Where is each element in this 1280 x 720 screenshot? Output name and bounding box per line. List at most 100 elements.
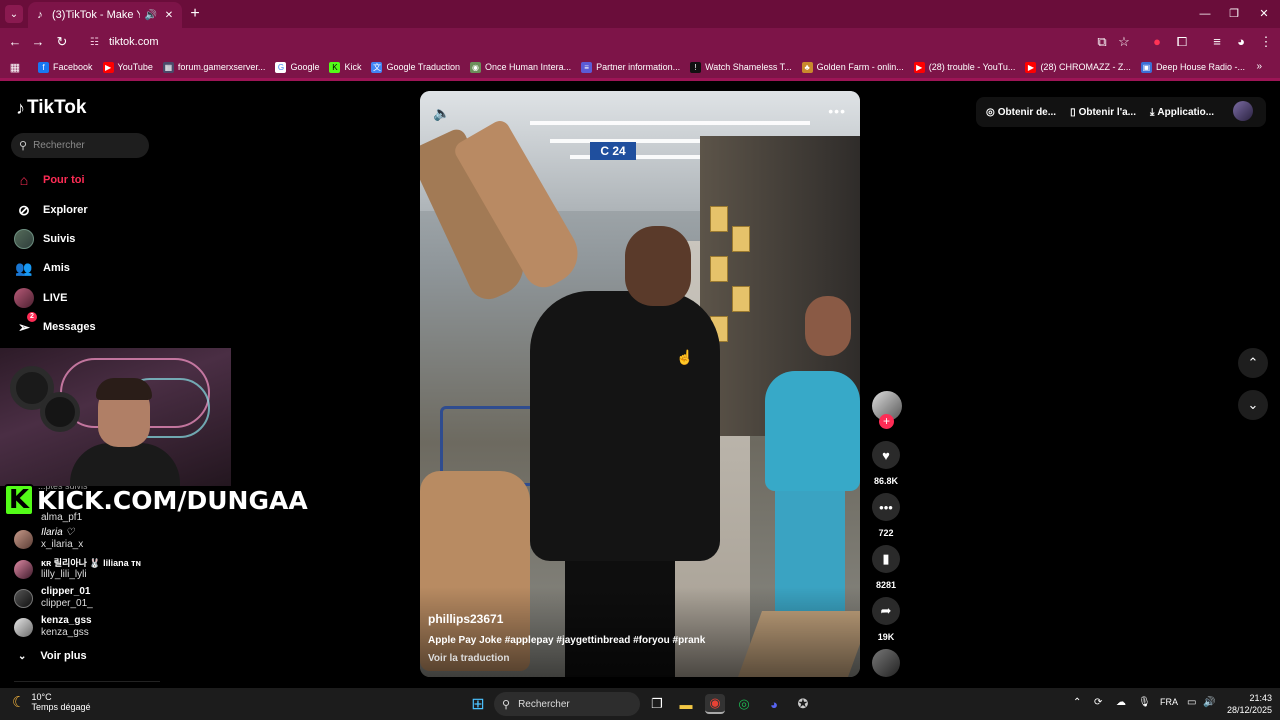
nav-explorer[interactable]: ⊘ Explorer [14,200,88,220]
voir-plus-button[interactable]: ⌄ Voir plus [18,650,87,662]
friends-icon: 👥 [15,259,33,276]
product-box [732,286,750,312]
nav-label: Suivis [43,233,76,245]
weather-widget[interactable]: ☾ 10°C Temps dégagé [12,692,91,712]
bookmark-star-icon[interactable]: ☆ [1114,32,1134,52]
windows-start-icon[interactable]: ⊞ [468,694,488,714]
temperature: 10°C [31,692,52,702]
bookmark-item[interactable]: ◉ Once Human Intera... [470,61,571,73]
task-view-icon[interactable]: ❐ [647,694,667,714]
minimize-button[interactable]: — [1190,4,1220,24]
video-player[interactable]: C 24 ☝ 🔈 ••• phillips23671 Apple Pay Jok… [420,91,860,677]
account-item[interactable]: Ilaria ♡ x_ilaria_x [14,527,83,551]
discord-icon[interactable]: ◕ [764,694,784,714]
bookmark-icon[interactable]: ▮ [872,545,900,573]
file-explorer-icon[interactable]: ▬ [676,694,696,714]
more-options-icon[interactable]: ••• [828,103,846,119]
speaker-icon[interactable]: 🔊 [144,10,158,21]
system-clock[interactable]: 21:43 28/12/2025 [1224,692,1272,716]
search-input[interactable]: ⚲ Rechercher [11,133,149,158]
follow-plus-icon[interactable]: + [879,414,894,429]
account-item[interactable]: kenza_gss kenza_gss [14,615,92,639]
nav-amis[interactable]: 👥 Amis [14,258,70,278]
bookmark-item[interactable]: ! Watch Shameless T... [690,61,792,73]
app-icon[interactable]: ✪ [793,694,813,714]
nav-messages[interactable]: ➢ 2 Messages [14,312,96,337]
network-icon[interactable]: ▭ [1187,697,1196,708]
nav-suivis[interactable]: Suivis [14,229,75,249]
tab-search-button[interactable]: ⌄ [5,5,23,23]
account-handle: kenza_gss [41,627,89,638]
restore-button[interactable]: ❐ [1219,4,1249,24]
tray-cloud-icon[interactable]: ☁ [1116,697,1126,708]
previous-video-chevron-up-icon[interactable]: ⌃ [1238,348,1268,378]
get-coins-button[interactable]: ◎ Obtenir de... [986,107,1056,118]
media-control-icon[interactable]: ≡ [1207,32,1227,52]
product-box [710,206,728,232]
language-indicator[interactable]: FRA [1160,697,1178,707]
get-app-button[interactable]: ▯ Obtenir l'a... [1070,107,1136,118]
bookmark-item[interactable]: ▶ (28) CHROMAZZ - Z... [1025,61,1131,73]
bookmark-item[interactable]: ♣ Golden Farm - onlin... [801,61,904,73]
forward-button[interactable]: → [28,32,48,52]
share-arrow-icon[interactable]: ➦ [872,597,900,625]
extensions-puzzle-icon[interactable]: ⧠ [1172,32,1192,52]
account-item[interactable]: clipper_01 clipper_01_ [14,586,93,610]
close-window-button[interactable]: ✕ [1249,4,1279,24]
bookmark-favicon-icon: ▦ [162,61,174,73]
account-item[interactable]: ᴋʀ 릴리아나 🐰 liliana ᴛɴ lilly_lili_lyli [14,557,141,581]
bookmark-item[interactable]: ▶ YouTube [102,61,153,73]
person-body [765,371,860,491]
address-bar[interactable]: ☷ tiktok.com [84,31,1094,53]
account-avatar [14,529,33,549]
tray-sync-icon[interactable]: ⟳ [1094,697,1102,708]
user-avatar[interactable] [1233,101,1253,121]
like-heart-icon[interactable]: ♥ [872,441,900,469]
nav-live[interactable]: LIVE [14,288,67,308]
chrome-icon[interactable]: ◉ [705,694,725,714]
tray-chevron-up-icon[interactable]: ⌃ [1073,697,1081,708]
site-info-icon[interactable]: ☷ [90,37,99,48]
music-disc-icon[interactable] [872,649,900,677]
nav-label: Explorer [43,204,88,216]
translate-link[interactable]: Voir la traduction [428,653,510,664]
bookmark-item[interactable]: G Google [275,61,320,73]
volume-icon[interactable]: 🔊 [1203,697,1215,708]
bookmark-item[interactable]: f Facebook [38,61,93,73]
microphone-icon[interactable]: 🎙 [1138,697,1151,708]
bookmark-label: Google [290,62,320,72]
tiktok-logo[interactable]: ♪ TikTok [16,97,86,119]
account-handle: lilly_lili_lyli [41,569,87,580]
extension-icon[interactable]: ● [1147,32,1167,52]
spotify-icon[interactable]: ◎ [734,694,754,714]
nav-pour-toi[interactable]: ⌂ Pour toi [14,170,85,190]
next-video-chevron-down-icon[interactable]: ⌄ [1238,390,1268,420]
install-app-icon[interactable]: ⧉ [1092,32,1112,52]
bookmark-item[interactable]: ≡ Partner information... [581,61,680,73]
voir-plus-label: Voir plus [40,650,87,662]
divider [14,681,160,682]
new-tab-button[interactable]: + [188,5,202,23]
desktop-app-button[interactable]: ⤓ Applicatio... [1150,107,1214,118]
comment-icon[interactable]: ••• [872,493,900,521]
ceiling-light [530,121,810,125]
reload-button[interactable]: ↻ [52,32,72,52]
get-coins-label: Obtenir de... [997,106,1057,118]
bookmark-item[interactable]: ▦ forum.gamerxserver... [162,61,265,73]
close-tab-icon[interactable]: ✕ [162,10,176,21]
taskbar-search[interactable]: ⚲ Rechercher [494,692,640,716]
more-bookmarks-icon[interactable]: » [1256,61,1262,72]
bookmark-item[interactable]: K Kick [329,61,361,73]
account-item[interactable]: alma_pf1 [14,508,82,527]
apps-grid-icon[interactable]: ▦ [6,61,24,74]
bookmark-item[interactable]: ▶ (28) trouble - YouTu... [913,61,1015,73]
bookmark-item[interactable]: 文 Google Traduction [371,61,460,73]
volume-icon[interactable]: 🔈 [433,105,450,122]
menu-kebab-icon[interactable]: ⋮ [1256,32,1276,52]
profile-icon[interactable]: ◕ [1231,32,1251,52]
bookmark-item[interactable]: ▣ Deep House Radio -... [1140,61,1245,73]
back-button[interactable]: ← [5,32,25,52]
tiktok-page: ♪ TikTok ⚲ Rechercher ⌂ Pour toi ⊘ Explo… [0,81,1280,688]
video-author[interactable]: phillips23671 [428,612,503,626]
browser-tab[interactable]: ♪ (3)TikTok - Make Your Day 🔊 ✕ [28,2,182,28]
